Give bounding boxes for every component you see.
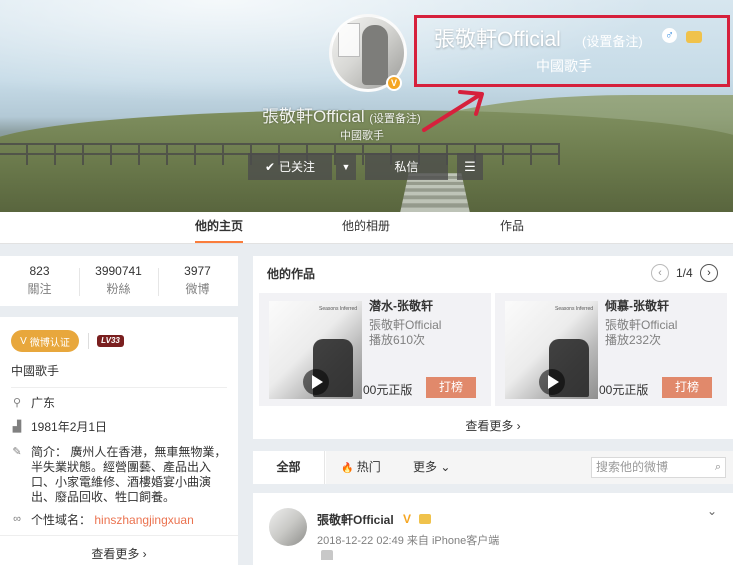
verified-v-icon: V — [20, 335, 27, 347]
profile-info-panel: V 微博认证 LV33 中國歌手 ⚲ 广东 ▟ 1981年2月1日 ✎ 简介： … — [0, 317, 238, 565]
level-badge[interactable]: LV33 — [97, 335, 124, 347]
profile-tabbar: 他的主页 他的相册 作品 — [0, 212, 733, 244]
feed-tab-more[interactable]: 更多 ⌄ — [413, 451, 450, 484]
stat-following-label: 關注 — [27, 282, 52, 296]
info-location-row: ⚲ 广东 — [11, 396, 231, 411]
menu-icon: ☰ — [464, 158, 476, 174]
edit-pencil-icon: ✎ — [12, 446, 22, 458]
stat-posts[interactable]: 3977 微博 — [158, 264, 237, 297]
work-price: 00元正版 — [363, 383, 413, 397]
location-pin-icon: ⚲ — [12, 397, 22, 409]
tab-works[interactable]: 作品 — [500, 212, 524, 243]
info-birthday-row: ▟ 1981年2月1日 — [11, 420, 231, 435]
search-input[interactable]: 搜索他的微博 ⌕ — [591, 457, 726, 478]
stat-following-count: 823 — [29, 264, 50, 278]
tab-album[interactable]: 他的相册 — [342, 212, 390, 243]
works-title: 他的作品 — [267, 267, 316, 281]
info-bio: 简介： 廣州人在香港，無車無物業，半失業狀態。經營團藝、產品出入口、小家電維修、… — [31, 445, 227, 504]
feed-tab-hot[interactable]: 🔥 热门 — [341, 451, 381, 484]
weibo-verified-label: 微博认证 — [29, 337, 70, 349]
info-bio-row: ✎ 简介： 廣州人在香港，無車無物業，半失業狀態。經營團藝、產品出入口、小家電維… — [11, 445, 231, 505]
verified-icon: V — [403, 512, 412, 526]
search-icon[interactable]: ⌕ — [715, 458, 721, 477]
feed-tab-all[interactable]: 全部 — [253, 451, 325, 484]
info-see-more-link[interactable]: 查看更多 › — [0, 545, 238, 562]
work-chart-button[interactable]: 打榜 — [426, 377, 476, 398]
divider — [11, 387, 227, 388]
stat-fans-count: 3990741 — [95, 264, 142, 278]
followed-button[interactable]: ✔ 已关注 — [248, 153, 332, 180]
works-pager: 1/4 — [676, 266, 693, 280]
album-cover-text: Seasons Inferred — [555, 306, 594, 312]
fire-icon: 🔥 — [341, 463, 354, 474]
info-domain-link[interactable]: hinszhangjingxuan — [94, 513, 193, 527]
info-domain-row: ∞ 个性域名： hinszhangjingxuan — [11, 513, 231, 528]
work-chart-button[interactable]: 打榜 — [662, 377, 712, 398]
divider — [0, 535, 238, 536]
private-message-button[interactable]: 私信 — [365, 153, 448, 180]
album-cover[interactable]: Seasons Inferred — [269, 301, 362, 399]
member-badge-icon — [419, 514, 431, 524]
avatar-person-shape — [362, 25, 388, 85]
member-badge-icon — [686, 31, 702, 43]
male-icon: ♂ — [662, 28, 677, 43]
work-play-count: 播放610次 — [369, 333, 426, 347]
post-avatar[interactable] — [269, 508, 307, 546]
stat-following[interactable]: 823 關注 — [0, 264, 79, 297]
works-see-more-link[interactable]: 查看更多 › — [253, 417, 733, 434]
stat-posts-count: 3977 — [184, 264, 211, 278]
works-next-button[interactable]: › — [700, 264, 718, 282]
chevron-down-icon: ⌄ — [440, 460, 451, 474]
followed-label: 已关注 — [279, 160, 316, 174]
work-song-title[interactable]: 倾慕-张敬轩 — [605, 297, 669, 314]
info-title: 中國歌手 — [11, 364, 60, 378]
works-prev-button[interactable]: ‹ — [651, 264, 669, 282]
play-icon[interactable] — [303, 369, 329, 395]
badge-divider — [88, 333, 89, 349]
highlight-profile-title: 中國歌手 — [536, 58, 592, 74]
info-location: 广东 — [31, 396, 56, 410]
highlight-set-remark[interactable]: (设置备注) — [582, 31, 643, 50]
more-menu-button[interactable]: ☰ — [457, 153, 483, 180]
profile-stats: 823 關注 3990741 粉絲 3977 微博 — [0, 256, 238, 306]
work-song-title[interactable]: 潜水-张敬轩 — [369, 297, 433, 314]
search-placeholder: 搜索他的微博 — [596, 460, 669, 474]
stat-posts-label: 微博 — [185, 282, 210, 296]
work-card[interactable]: Seasons Inferred 潜水-张敬轩 張敬軒Official 播放61… — [259, 293, 491, 406]
album-cover-text: Seasons Inferred — [319, 306, 358, 312]
highlight-profile-name: 張敬軒Official — [434, 28, 561, 51]
feed-filter-bar: 全部 🔥 热门 更多 ⌄ 搜索他的微博 ⌕ — [253, 451, 733, 484]
link-icon: ∞ — [13, 513, 21, 525]
feed-tab-hot-label: 热门 — [356, 460, 381, 474]
feed-post: 張敬軒Official V 2018-12-22 02:49 来自 iPhone… — [253, 493, 733, 565]
post-meta[interactable]: 2018-12-22 02:49 来自 iPhone客户端 — [317, 532, 499, 548]
follow-dropdown-button[interactable]: ▼ — [336, 153, 356, 180]
works-panel: 他的作品 ‹ 1/4 › Seasons Inferred 潜水-张敬轩 張敬軒… — [253, 256, 733, 439]
album-cover[interactable]: Seasons Inferred — [505, 301, 598, 399]
check-icon: ✔ — [264, 159, 276, 174]
weibo-verified-badge[interactable]: V 微博认证 — [11, 330, 79, 352]
feed-tab-more-label: 更多 — [413, 460, 438, 474]
tab-home[interactable]: 他的主页 — [195, 212, 244, 243]
profile-banner: V 張敬軒Official (设置备注) 中國歌手 張敬軒Official (设… — [0, 0, 733, 212]
stat-fans-label: 粉絲 — [106, 282, 131, 296]
stat-fans[interactable]: 3990741 粉絲 — [79, 264, 158, 297]
annotation-arrow-icon — [422, 90, 484, 132]
work-price: 00元正版 — [599, 383, 649, 397]
play-icon[interactable] — [539, 369, 565, 395]
birthday-cake-icon: ▟ — [12, 421, 22, 433]
post-options-chevron-icon[interactable]: ⌄ — [707, 504, 717, 518]
caret-down-icon: ▼ — [341, 161, 351, 172]
profile-name: 張敬軒Official (设置备注) — [262, 102, 421, 127]
profile-title: 中國歌手 — [340, 130, 384, 142]
profile-name-text: 張敬軒Official — [262, 107, 365, 126]
work-play-count: 播放232次 — [605, 333, 662, 347]
work-card[interactable]: Seasons Inferred 倾慕-张敬轩 張敬軒Official 播放23… — [495, 293, 727, 406]
avatar-window-shape — [338, 23, 360, 57]
info-birthday: 1981年2月1日 — [31, 420, 108, 434]
post-author[interactable]: 張敬軒Official — [317, 511, 394, 528]
info-domain-label: 个性域名： — [31, 513, 92, 527]
verified-icon: V — [386, 75, 402, 91]
crown-icon — [321, 550, 333, 560]
